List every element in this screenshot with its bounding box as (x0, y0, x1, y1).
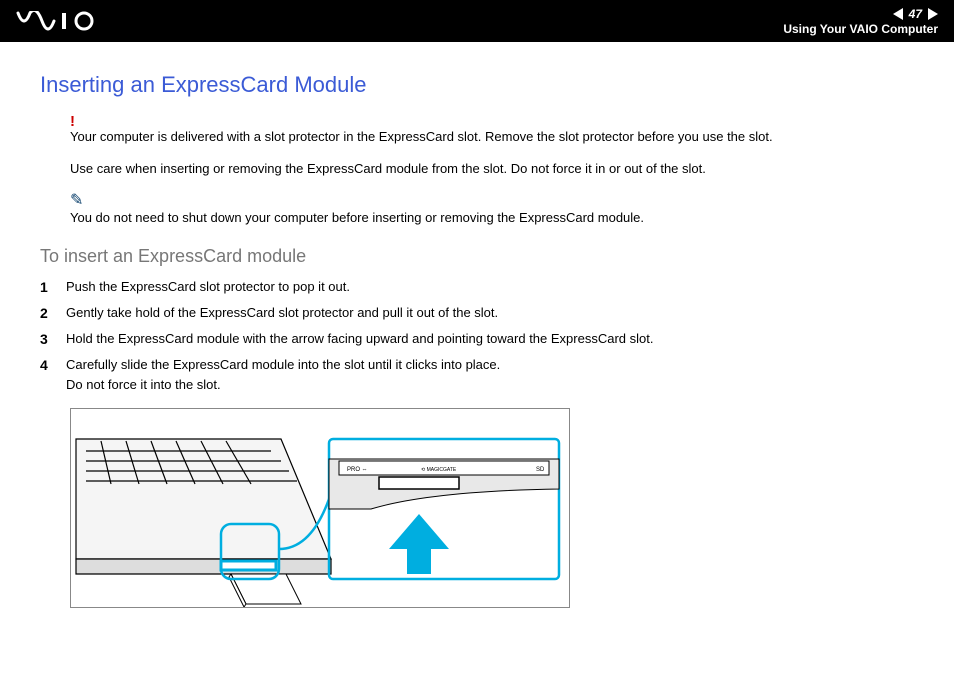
page-nav: 47 Using Your VAIO Computer (783, 7, 938, 36)
sd-label: SD (536, 467, 545, 473)
warning-text-1: Your computer is delivered with a slot p… (70, 127, 914, 147)
tip-block: ✎ You do not need to shut down your comp… (70, 190, 914, 228)
pro-label: PRO ⇔ (347, 467, 368, 473)
page-content: Inserting an ExpressCard Module ! Your c… (0, 42, 954, 608)
step-number: 4 (40, 355, 54, 394)
warning-block: ! Your computer is delivered with a slot… (70, 114, 914, 147)
step-number: 2 (40, 303, 54, 323)
page-title: Inserting an ExpressCard Module (40, 72, 914, 98)
step-item: 1 Push the ExpressCard slot protector to… (40, 277, 914, 297)
step-item: 3 Hold the ExpressCard module with the a… (40, 329, 914, 349)
step-item: 2 Gently take hold of the ExpressCard sl… (40, 303, 914, 323)
step-item: 4 Carefully slide the ExpressCard module… (40, 355, 914, 394)
expresscard-illustration: PRO ⇔ ⟲ MAGICGATE SD (70, 408, 570, 608)
step-list: 1 Push the ExpressCard slot protector to… (40, 277, 914, 395)
vaio-logo (16, 11, 106, 31)
step-number: 1 (40, 277, 54, 297)
header-bar: 47 Using Your VAIO Computer (0, 0, 954, 42)
pencil-icon: ✎ (70, 190, 914, 210)
next-page-button[interactable] (928, 8, 938, 20)
step-number: 3 (40, 329, 54, 349)
warning-text-2: Use care when inserting or removing the … (70, 159, 914, 179)
warning-block-2: Use care when inserting or removing the … (70, 159, 914, 179)
step-text: Hold the ExpressCard module with the arr… (66, 329, 653, 349)
magicgate-label: ⟲ MAGICGATE (421, 467, 457, 473)
procedure-heading: To insert an ExpressCard module (40, 246, 914, 267)
step-text: Carefully slide the ExpressCard module i… (66, 355, 500, 394)
prev-page-button[interactable] (893, 8, 903, 20)
page-number: 47 (907, 7, 924, 21)
tip-text: You do not need to shut down your comput… (70, 208, 914, 228)
step-text: Gently take hold of the ExpressCard slot… (66, 303, 498, 323)
step-text: Push the ExpressCard slot protector to p… (66, 277, 350, 297)
section-label: Using Your VAIO Computer (783, 22, 938, 36)
